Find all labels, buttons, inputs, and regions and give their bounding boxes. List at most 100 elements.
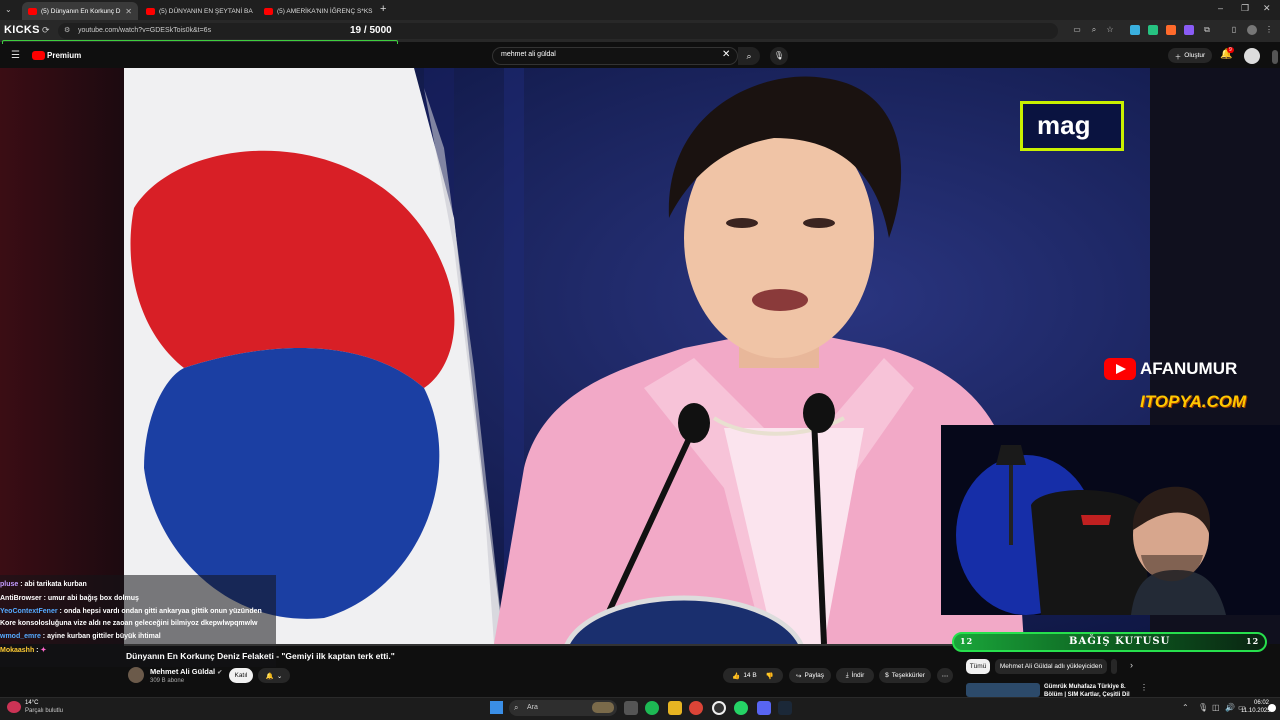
extension-icon[interactable] [1184, 25, 1194, 35]
chat-username: YeoContextFener [0, 608, 58, 615]
video-title: Dünyanın En Korkunç Deniz Felaketi - "Ge… [126, 651, 395, 661]
youtube-premium-label[interactable]: Premium [47, 51, 81, 60]
weather-temp[interactable]: 14°C [25, 700, 38, 706]
menu-kebab-icon[interactable]: ⋮ [1264, 25, 1274, 35]
notification-center-icon[interactable] [1268, 704, 1276, 712]
chat-text: abi tarikata kurban [24, 581, 87, 588]
chat-message: wmod_emre : ayine kurban gittiler büyük … [0, 633, 161, 640]
sponsor-afanumur-text: AFANUMUR [1140, 359, 1238, 378]
obs-icon[interactable] [712, 701, 726, 715]
donation-box: 12 BAĞIŞ KUTUSU 12 [952, 632, 1267, 652]
tab-search-icon[interactable]: ⌄ [5, 5, 12, 14]
chip-all[interactable]: Tümü [966, 659, 990, 674]
new-tab-button[interactable]: + [380, 3, 386, 15]
recommendation-title[interactable]: Gümrük Muhafaza Türkiye 8. Bölüm | SIM K… [1044, 683, 1136, 697]
mag-watermark-text: mag [1037, 110, 1091, 140]
file-explorer-icon[interactable] [668, 701, 682, 715]
discord-icon[interactable] [757, 701, 771, 715]
bell-icon: 🔔 [265, 672, 274, 680]
task-view-icon[interactable] [624, 701, 638, 715]
dislike-icon[interactable]: 👎 [766, 672, 774, 680]
taskbar-date[interactable]: 11.10.2025 [1241, 708, 1271, 714]
recommendation-thumbnail[interactable] [966, 683, 1040, 697]
chat-message: YeoContextFener : onda hepsi vardı ondan… [0, 608, 262, 627]
extension-icon[interactable] [1148, 25, 1158, 35]
tray-overflow-icon[interactable]: ⌃ [1182, 703, 1189, 712]
chrome-icon[interactable] [689, 701, 703, 715]
like-icon[interactable]: 👍 [732, 672, 740, 680]
youtube-favicon-icon [146, 7, 155, 15]
download-label: İndir [851, 672, 865, 679]
tab-1[interactable]: (5) Dünyanın En Korkunç D ✕ [22, 2, 138, 20]
scrollbar[interactable] [1272, 50, 1278, 64]
taskbar [0, 697, 1280, 720]
account-avatar[interactable] [1244, 48, 1260, 64]
left-blur-panel [0, 68, 124, 644]
share-label: Paylaş [804, 672, 824, 679]
progress-track[interactable] [124, 644, 952, 646]
url-text[interactable]: youtube.com/watch?v=GDESkTois0k&t=6s [78, 27, 211, 34]
weather-icon[interactable] [7, 701, 21, 713]
more-actions-icon[interactable]: ⋯ [937, 668, 953, 683]
search-icon: ⌕ [514, 703, 519, 712]
windows-start-icon[interactable] [490, 701, 503, 714]
profile-avatar[interactable] [1247, 25, 1257, 35]
tab-2-label: (5) DÜNYANIN EN ŞEYTANİ BA [159, 7, 253, 15]
share-button[interactable]: ↪ Paylaş [789, 668, 831, 683]
bookmark-star-icon[interactable]: ☆ [1105, 25, 1115, 35]
chat-text: umur abi bağış box dolmuş [47, 594, 139, 602]
plus-icon: ＋ [1174, 53, 1182, 61]
download-icon: ⤓ [845, 671, 849, 679]
search-highlight-icon [592, 702, 614, 713]
steam-icon[interactable] [778, 701, 792, 715]
search-button[interactable]: ⌕ [738, 47, 760, 65]
cast-icon[interactable]: ▭ [1072, 25, 1082, 35]
overlay-brand: KICKS [4, 24, 40, 36]
webcam-art [941, 425, 1280, 615]
join-button[interactable]: Katıl [229, 668, 253, 683]
channel-name[interactable]: Mehmet Ali Güldal ✔ [150, 667, 222, 676]
chat-username: pluse [0, 581, 19, 588]
subscribe-bell-button[interactable]: 🔔 ⌄ [258, 668, 290, 683]
chevron-right-icon[interactable]: › [1130, 660, 1133, 670]
zoom-icon[interactable]: ⌕ [1089, 25, 1099, 35]
subscriber-count: 309 B abone [150, 678, 185, 684]
maximize-icon[interactable]: ❐ [1241, 3, 1249, 14]
create-label: Oluştur [1184, 52, 1206, 59]
chat-text: ayine kurban gittiler büyük ihtimal [47, 633, 161, 640]
youtube-play-icon [1104, 358, 1136, 380]
donation-left-count: 12 [960, 636, 974, 646]
tab-3[interactable]: (5) AMERİKA'NIN İĞRENÇ S*KS ✕ [258, 2, 374, 20]
chip-uploader[interactable]: Mehmet Ali Güldal adlı yükleyiciden [995, 659, 1107, 674]
recommendation-menu-icon[interactable]: ⋮ [1140, 683, 1148, 692]
extensions-puzzle-icon[interactable]: ⧉ [1202, 25, 1212, 35]
tab-2[interactable]: (5) DÜNYANIN EN ŞEYTANİ BA ✕ [140, 2, 256, 20]
clear-search-icon[interactable]: ✕ [722, 49, 730, 60]
thanks-button[interactable]: $ Teşekkürler [879, 668, 931, 683]
window-close-icon[interactable]: ✕ [1263, 3, 1271, 14]
hamburger-menu-icon[interactable]: ☰ [11, 50, 20, 61]
chevron-down-icon: ⌄ [276, 672, 283, 680]
extension-icon[interactable] [1130, 25, 1140, 35]
download-button[interactable]: ⤓ İndir [836, 668, 874, 683]
like-dislike-group[interactable]: 👍 14 B 👎 [723, 668, 783, 683]
reload-icon[interactable]: ⟳ [42, 25, 50, 36]
network-icon[interactable]: ◫ [1212, 703, 1220, 712]
close-icon[interactable]: ✕ [125, 7, 132, 16]
thanks-icon: $ [885, 672, 889, 679]
volume-icon[interactable]: 🔊 [1225, 703, 1235, 712]
weather-description: Parçalı bulutlu [25, 708, 64, 714]
microphone-icon[interactable]: 🎙 [1198, 703, 1208, 712]
extension-icon[interactable] [1166, 25, 1176, 35]
minimize-icon[interactable]: – [1218, 3, 1223, 13]
voice-search-icon[interactable]: 🎙 [770, 47, 788, 65]
taskbar-time[interactable]: 06:02 [1254, 700, 1269, 706]
chip-more[interactable] [1111, 659, 1117, 674]
spotify-icon[interactable] [645, 701, 659, 715]
sidepanel-icon[interactable]: ▯ [1229, 25, 1239, 35]
channel-avatar[interactable] [128, 667, 144, 683]
whatsapp-icon[interactable] [734, 701, 748, 715]
create-button[interactable]: ＋ Oluştur [1168, 48, 1212, 63]
youtube-logo-icon[interactable] [32, 51, 45, 60]
site-info-icon[interactable]: ⚙ [64, 26, 70, 34]
